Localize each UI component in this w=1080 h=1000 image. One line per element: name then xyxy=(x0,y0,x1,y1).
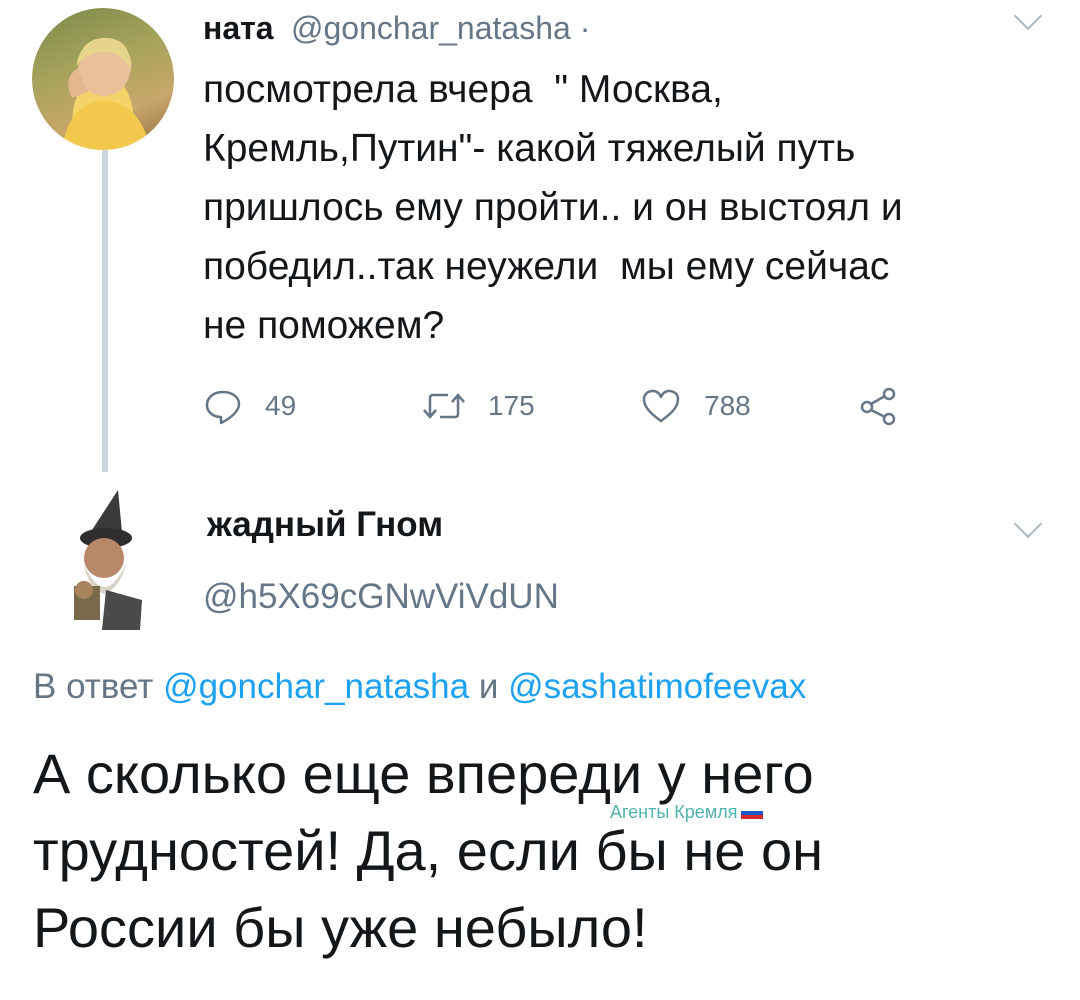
share-button[interactable] xyxy=(858,386,900,426)
avatar[interactable] xyxy=(56,490,154,630)
watermark: Агенты Кремля xyxy=(610,802,764,823)
thread-line xyxy=(102,150,108,472)
russian-flag-icon xyxy=(741,806,764,819)
reply-context: В ответ @gonchar_natasha и @sashatimofee… xyxy=(33,667,806,707)
like-count: 788 xyxy=(704,390,751,421)
mention-link[interactable]: @gonchar_natasha xyxy=(163,667,469,706)
reply-icon xyxy=(205,390,241,425)
mention-link[interactable]: @sashatimofeevax xyxy=(508,667,806,706)
like-button[interactable]: 788 xyxy=(640,386,751,426)
tweet-text: посмотрела вчера " Москва, Кремль,Путин"… xyxy=(203,68,903,347)
display-name[interactable]: жадный Гном xyxy=(207,505,443,545)
tweet-text: А сколько еще впереди у него трудностей!… xyxy=(33,742,824,959)
avatar[interactable] xyxy=(32,8,174,150)
share-icon xyxy=(860,387,896,426)
avatar-photo xyxy=(74,490,142,630)
retweet-button[interactable]: 175 xyxy=(422,386,535,426)
reply-conjunction: и xyxy=(469,667,509,706)
reply-count: 49 xyxy=(265,390,297,421)
avatar-photo xyxy=(62,37,150,150)
user-handle[interactable]: @gonchar_natasha · xyxy=(291,10,590,47)
retweet-count: 175 xyxy=(488,390,535,421)
chevron-down-icon[interactable] xyxy=(1013,509,1043,539)
retweet-icon xyxy=(423,393,465,419)
watermark-text: Агенты Кремля xyxy=(610,802,738,822)
user-handle[interactable]: @h5X69cGNwViVdUN xyxy=(203,577,559,617)
display-name[interactable]: ната xyxy=(203,10,274,47)
like-icon xyxy=(642,389,680,423)
reply-prefix: В ответ xyxy=(33,667,164,706)
reply-button[interactable]: 49 xyxy=(203,386,296,426)
chevron-down-icon[interactable] xyxy=(1013,1,1043,31)
